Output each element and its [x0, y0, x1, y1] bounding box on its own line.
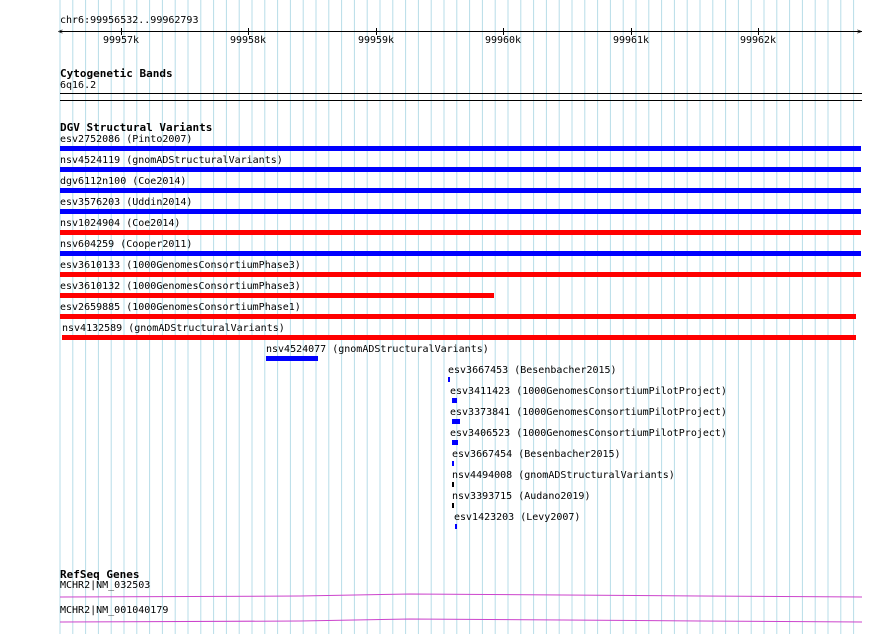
sv-feature-bar[interactable] — [60, 272, 861, 277]
sv-feature-bar[interactable] — [60, 209, 861, 214]
sv-feature-label[interactable]: nsv4494008 (gnomADStructuralVariants) — [452, 470, 675, 482]
track-separator — [60, 100, 862, 101]
sv-feature-bar[interactable] — [60, 146, 861, 151]
sv-feature-label[interactable]: esv3576203 (Uddin2014) — [60, 197, 192, 209]
region-label: chr6:99956532..99962793 — [60, 15, 199, 26]
sv-feature-bar[interactable] — [455, 524, 457, 529]
sv-feature-bar[interactable] — [452, 398, 457, 403]
sv-feature-label[interactable]: nsv1024904 (Coe2014) — [60, 218, 180, 230]
sv-feature-label[interactable]: esv1423203 (Levy2007) — [454, 512, 580, 524]
sv-feature-label[interactable]: esv3610132 (1000GenomesConsortiumPhase3) — [60, 281, 301, 293]
cytoband-label[interactable]: 6q16.2 — [60, 80, 96, 92]
sv-feature-bar[interactable] — [62, 335, 856, 340]
sv-feature-label[interactable]: esv3667453 (Besenbacher2015) — [448, 365, 617, 377]
sv-feature-bar[interactable] — [448, 377, 450, 382]
sv-feature-bar[interactable] — [60, 230, 861, 235]
sv-feature-label[interactable]: esv3373841 (1000GenomesConsortiumPilotPr… — [450, 407, 727, 419]
ruler-tick — [248, 28, 249, 35]
sv-feature-label[interactable]: esv2659885 (1000GenomesConsortiumPhase1) — [60, 302, 301, 314]
transcript-line — [59, 618, 863, 623]
ruler-tick-label: 99959k — [357, 35, 395, 46]
sv-feature-bar[interactable] — [60, 314, 856, 319]
ruler-axis — [60, 31, 862, 32]
sv-feature-bar[interactable] — [60, 251, 861, 256]
sv-feature-label[interactable]: esv3610133 (1000GenomesConsortiumPhase3) — [60, 260, 301, 272]
ruler-tick-label: 99962k — [739, 35, 777, 46]
sv-feature-label[interactable]: nsv604259 (Cooper2011) — [60, 239, 192, 251]
ruler-tick-label: 99957k — [102, 35, 140, 46]
sv-feature-label[interactable]: esv2752086 (Pinto2007) — [60, 134, 192, 146]
sv-feature-bar[interactable] — [60, 188, 861, 193]
transcript-line — [59, 593, 863, 598]
sv-feature-label[interactable]: esv3411423 (1000GenomesConsortiumPilotPr… — [450, 386, 727, 398]
ruler-left-arrow-icon: < — [58, 27, 63, 36]
sv-feature-label[interactable]: esv3406523 (1000GenomesConsortiumPilotPr… — [450, 428, 727, 440]
sv-feature-bar[interactable] — [452, 419, 460, 424]
ruler-tick-label: 99958k — [229, 35, 267, 46]
ruler-tick-label: 99961k — [612, 35, 650, 46]
cytoband-line[interactable] — [60, 93, 862, 94]
sv-feature-bar[interactable] — [452, 440, 458, 445]
sv-feature-bar[interactable] — [452, 482, 454, 487]
ruler-right-arrow-icon: > — [857, 27, 862, 36]
ruler-tick — [631, 28, 632, 35]
sv-feature-bar[interactable] — [60, 293, 494, 298]
sv-feature-label[interactable]: nsv3393715 (Audano2019) — [452, 491, 590, 503]
ruler-tick — [503, 28, 504, 35]
sv-feature-bar[interactable] — [452, 461, 454, 466]
ruler-tick — [121, 28, 122, 35]
sv-feature-label[interactable]: nsv4524119 (gnomADStructuralVariants) — [60, 155, 283, 167]
sv-feature-bar[interactable] — [266, 356, 318, 361]
dgv-track-title[interactable]: DGV Structural Variants — [60, 122, 212, 134]
cytobands-track-title[interactable]: Cytogenetic Bands — [60, 68, 173, 80]
sv-feature-label[interactable]: nsv4524077 (gnomADStructuralVariants) — [266, 344, 489, 356]
sv-feature-label[interactable]: dgv6112n100 (Coe2014) — [60, 176, 186, 188]
sv-feature-label[interactable]: nsv4132589 (gnomADStructuralVariants) — [62, 323, 285, 335]
sv-feature-bar[interactable] — [60, 167, 861, 172]
sv-feature-bar[interactable] — [452, 503, 454, 508]
refseq-gene-models[interactable] — [0, 588, 890, 628]
ruler-tick-label: 99960k — [484, 35, 522, 46]
ruler-tick — [376, 28, 377, 35]
sv-feature-label[interactable]: esv3667454 (Besenbacher2015) — [452, 449, 621, 461]
ruler-tick — [758, 28, 759, 35]
